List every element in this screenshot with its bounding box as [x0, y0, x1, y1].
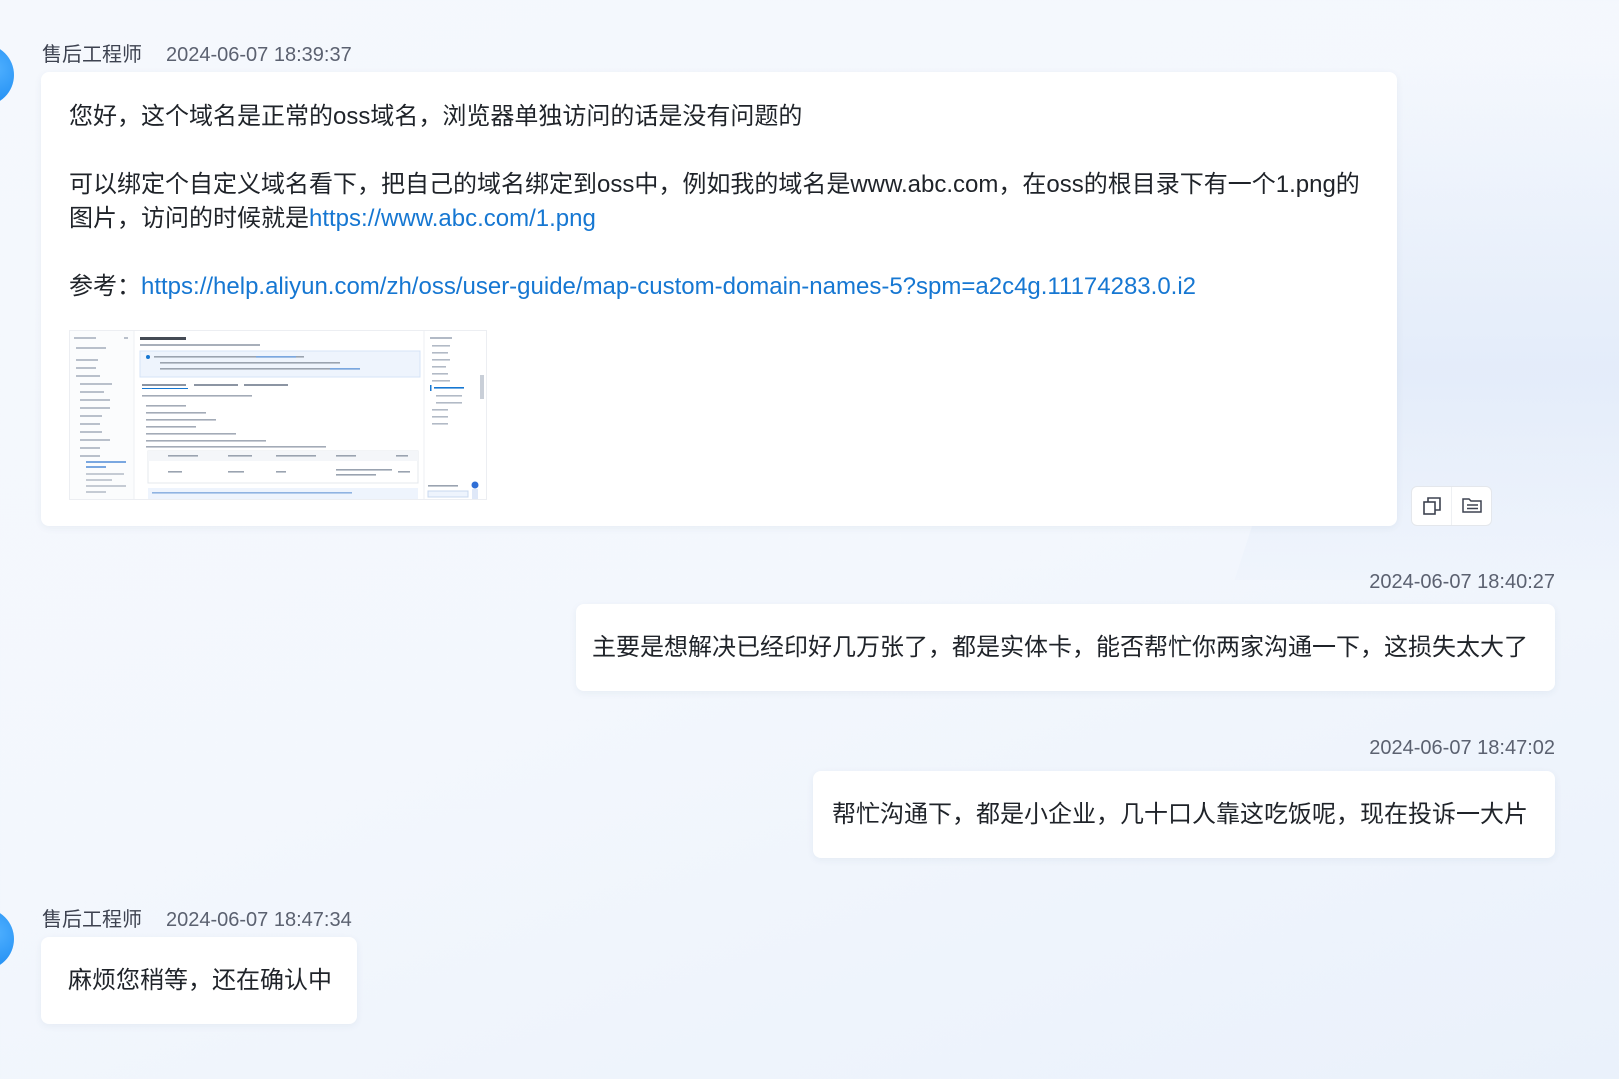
- message-timestamp: 2024-06-07 18:40:27: [1369, 571, 1555, 593]
- message-meta: 售后工程师 2024-06-07 18:47:34: [42, 903, 352, 932]
- sender-name: 售后工程师: [42, 44, 142, 66]
- attached-screenshot-thumbnail[interactable]: [69, 330, 487, 500]
- sender-name: 售后工程师: [42, 909, 142, 931]
- message-timestamp: 2024-06-07 18:39:37: [166, 44, 352, 66]
- message-tools: [1411, 486, 1492, 526]
- quote-icon: [1461, 498, 1482, 513]
- message-text: 麻烦您稍等，还在确认中: [68, 966, 332, 994]
- message-text: 帮忙沟通下，都是小企业，几十口人靠这吃饭呢，现在投诉一大片: [832, 800, 1528, 828]
- message-timestamp: 2024-06-07 18:47:34: [166, 909, 352, 931]
- message-text: 您好，这个域名是正常的oss域名，浏览器单独访问的话是没有问题的: [69, 103, 803, 130]
- example-link[interactable]: https://www.abc.com/1.png: [309, 205, 596, 232]
- message-text: 主要是想解决已经印好几万张了，都是实体卡，能否帮忙你两家沟通一下，这损失太大了: [592, 633, 1528, 661]
- copy-icon: [1422, 497, 1441, 515]
- message-timestamp: 2024-06-07 18:47:02: [1369, 737, 1555, 759]
- reference-label: 参考：: [69, 273, 141, 300]
- copy-button[interactable]: [1412, 487, 1451, 525]
- reference-line: 参考：https://help.aliyun.com/zh/oss/user-g…: [69, 270, 1369, 304]
- quote-button[interactable]: [1451, 487, 1491, 525]
- message-meta: 售后工程师 2024-06-07 18:39:37: [42, 38, 352, 67]
- message-text-segment: 可以绑定个自定义域名看下，把自己的域名绑定到oss中，例如我的域名是www.ab…: [69, 171, 1360, 232]
- message-bubble-user: 帮忙沟通下，都是小企业，几十口人靠这吃饭呢，现在投诉一大片: [813, 771, 1555, 858]
- message-bubble-agent: 您好，这个域名是正常的oss域名，浏览器单独访问的话是没有问题的 可以绑定个自定…: [41, 72, 1397, 526]
- agent-avatar: [0, 908, 14, 970]
- message-bubble-agent: 麻烦您稍等，还在确认中: [41, 937, 357, 1024]
- message-bubble-user: 主要是想解决已经印好几万张了，都是实体卡，能否帮忙你两家沟通一下，这损失太大了: [576, 604, 1555, 691]
- reference-link[interactable]: https://help.aliyun.com/zh/oss/user-guid…: [141, 273, 1196, 300]
- message-text: 可以绑定个自定义域名看下，把自己的域名绑定到oss中，例如我的域名是www.ab…: [69, 168, 1369, 236]
- agent-avatar: [0, 44, 14, 106]
